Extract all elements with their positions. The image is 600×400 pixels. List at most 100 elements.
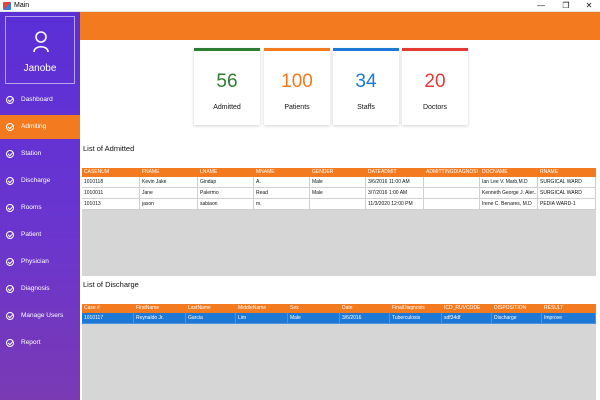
- column-header[interactable]: ADMITTINGDIAGNOSI: [424, 168, 480, 177]
- stat-value: 100: [281, 71, 313, 92]
- table-cell[interactable]: 3/7/2016 1:00 AM: [366, 188, 424, 199]
- table-cell[interactable]: 1010117: [82, 313, 134, 324]
- table-cell[interactable]: [424, 177, 480, 188]
- table-cell[interactable]: Male: [310, 177, 366, 188]
- table-cell[interactable]: Discharge: [492, 313, 542, 324]
- check-circle-icon: [6, 258, 14, 266]
- column-header[interactable]: GENDER: [310, 168, 366, 177]
- table-cell[interactable]: Male: [288, 313, 340, 324]
- sidebar-item-label: Dashboard: [21, 96, 53, 103]
- sidebar-item-admiting[interactable]: Admiting: [0, 115, 80, 139]
- table-row[interactable]: 1010011 Jane Palermo Read Male 3/7/2016 1:00 …: [82, 188, 596, 199]
- column-header[interactable]: FinalDiagnosis: [390, 304, 442, 313]
- table-cell[interactable]: sdf34df: [442, 313, 492, 324]
- table-cell[interactable]: 3/6/2016 11:00 AM: [366, 177, 424, 188]
- check-circle-icon: [6, 150, 14, 158]
- discharge-list-title: List of Discharge: [83, 280, 139, 289]
- window-title: Main: [14, 2, 30, 9]
- sidebar-item-label: Report: [21, 339, 41, 346]
- column-header[interactable]: ICD_RUVCODE: [442, 304, 492, 313]
- table-cell[interactable]: Ian Lee V. Marb,M.D: [480, 177, 538, 188]
- check-circle-icon: [6, 285, 14, 293]
- table-cell[interactable]: Reynaldo Jr.: [134, 313, 186, 324]
- column-header[interactable]: CASENUM: [82, 168, 140, 177]
- stat-label: Doctors: [422, 104, 448, 111]
- column-header[interactable]: DISPOSITION: [492, 304, 542, 313]
- sidebar-item-diagnosis[interactable]: Diagnosis: [0, 277, 80, 301]
- table-cell[interactable]: Kenneth George J. Aler...: [480, 188, 538, 199]
- table-cell[interactable]: PEDIA WARD-1: [538, 199, 596, 210]
- column-header[interactable]: MiddleName: [236, 304, 288, 313]
- column-header[interactable]: LNAME: [198, 168, 254, 177]
- stat-value: 20: [424, 71, 446, 92]
- table-header: CASENUM FNAME LNAME MNAME GENDER DATEADMIT ADM…: [82, 168, 596, 177]
- card-accent-bar: [402, 48, 468, 51]
- table-cell[interactable]: Lim: [236, 313, 288, 324]
- column-header[interactable]: FNAME: [140, 168, 198, 177]
- column-header[interactable]: Sex: [288, 304, 340, 313]
- column-header[interactable]: DATEADMIT: [366, 168, 424, 177]
- close-button[interactable]: ✕: [579, 0, 599, 12]
- sidebar-item-label: Diagnosis: [21, 285, 50, 292]
- table-row[interactable]: 1010118 Kevin Jake Gindap A. Male 3/6/2016 11…: [82, 177, 596, 188]
- table-cell[interactable]: SURGICAL WARD: [538, 177, 596, 188]
- sidebar-item-report[interactable]: Report: [0, 331, 80, 355]
- stat-card-doctors: 20 Doctors: [402, 48, 468, 125]
- column-header[interactable]: RNAME: [538, 168, 596, 177]
- stat-label: Admitted: [213, 104, 241, 111]
- table-cell[interactable]: Palermo: [198, 188, 254, 199]
- sidebar-item-physician[interactable]: Physician: [0, 250, 80, 274]
- check-circle-icon: [6, 96, 14, 104]
- table-cell[interactable]: Tuberculosis: [390, 313, 442, 324]
- table-cell[interactable]: [310, 199, 366, 210]
- discharge-table[interactable]: Case # FirstName LastName MiddleName Sex Date…: [82, 304, 596, 400]
- table-cell[interactable]: SURGICAL WARD: [538, 188, 596, 199]
- check-circle-icon: [6, 231, 14, 239]
- table-cell[interactable]: Kevin Jake: [140, 177, 198, 188]
- table-cell[interactable]: [424, 199, 480, 210]
- sidebar-item-label: Rooms: [21, 204, 42, 211]
- minimize-button[interactable]: —: [531, 0, 551, 12]
- table-cell[interactable]: 1010118: [82, 177, 140, 188]
- maximize-button[interactable]: ❐: [556, 0, 576, 12]
- table-cell[interactable]: Gindap: [198, 177, 254, 188]
- table-cell[interactable]: Irene C. Benares, M.D: [480, 199, 538, 210]
- sidebar-item-patient[interactable]: Patient: [0, 223, 80, 247]
- table-cell[interactable]: A.: [254, 177, 310, 188]
- column-header[interactable]: Case #: [82, 304, 134, 313]
- table-cell[interactable]: 11/3/2020 12:00 PM: [366, 199, 424, 210]
- sidebar-item-station[interactable]: Station: [0, 142, 80, 166]
- table-cell[interactable]: 3/6/2016: [340, 313, 390, 324]
- table-cell[interactable]: Improve: [542, 313, 596, 324]
- app-icon: [3, 2, 11, 10]
- column-header[interactable]: LastName: [186, 304, 236, 313]
- column-header[interactable]: Date: [340, 304, 390, 313]
- table-cell[interactable]: m.: [254, 199, 310, 210]
- table-cell[interactable]: 101013: [82, 199, 140, 210]
- table-cell[interactable]: [424, 188, 480, 199]
- table-cell[interactable]: sabiaon: [198, 199, 254, 210]
- table-cell[interactable]: jason: [140, 199, 198, 210]
- sidebar: Janobe Dashboard Admiting Station Discha…: [0, 12, 80, 400]
- sidebar-item-discharge[interactable]: Discharge: [0, 169, 80, 193]
- card-accent-bar: [333, 48, 399, 51]
- table-header: Case # FirstName LastName MiddleName Sex Date…: [82, 304, 596, 313]
- table-row[interactable]: 1010117 Reynaldo Jr. Garcia Lim Male 3/6/2016…: [82, 313, 596, 324]
- column-header[interactable]: RESULT: [542, 304, 596, 313]
- table-cell[interactable]: Jane: [140, 188, 198, 199]
- check-circle-icon: [6, 123, 14, 131]
- table-cell[interactable]: 1010011: [82, 188, 140, 199]
- sidebar-item-manage-users[interactable]: Manage Users: [0, 304, 80, 328]
- column-header[interactable]: FirstName: [134, 304, 186, 313]
- sidebar-item-rooms[interactable]: Rooms: [0, 196, 80, 220]
- column-header[interactable]: DOCNAME: [480, 168, 538, 177]
- stat-label: Patients: [284, 104, 310, 111]
- table-cell[interactable]: Male: [310, 188, 366, 199]
- table-row[interactable]: 101013 jason sabiaon m. 11/3/2020 12:00 PM Ir…: [82, 199, 596, 210]
- table-cell[interactable]: Read: [254, 188, 310, 199]
- admitted-table[interactable]: CASENUM FNAME LNAME MNAME GENDER DATEADMIT ADM…: [82, 168, 596, 276]
- column-header[interactable]: MNAME: [254, 168, 310, 177]
- user-icon: [33, 31, 49, 53]
- sidebar-item-dashboard[interactable]: Dashboard: [0, 88, 80, 112]
- table-cell[interactable]: Garcia: [186, 313, 236, 324]
